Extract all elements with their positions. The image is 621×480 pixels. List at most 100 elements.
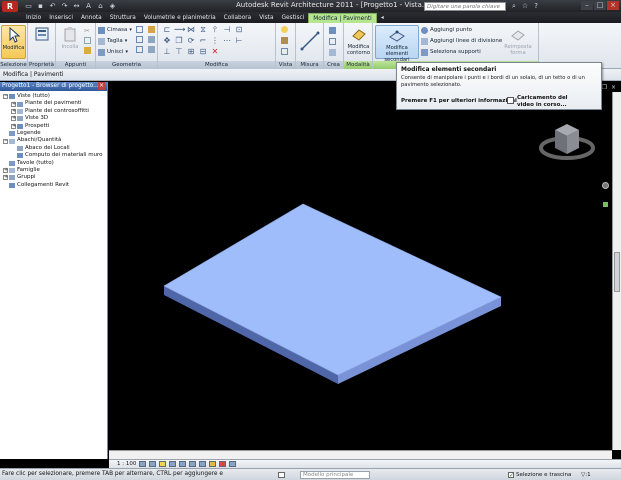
reveal-hidden-icon[interactable]: [219, 461, 227, 467]
trim-icon[interactable]: ⊣: [222, 25, 232, 34]
create-similar-icon[interactable]: [329, 27, 336, 34]
array-grid-icon[interactable]: ⊟: [198, 47, 208, 56]
maximize-button[interactable]: □: [594, 1, 606, 10]
view-scale[interactable]: 1 : 100: [117, 461, 136, 467]
override-icon[interactable]: [281, 48, 288, 55]
trim-extend-icon[interactable]: ⌐: [198, 36, 208, 45]
scale-icon[interactable]: ⊡: [234, 25, 244, 34]
undo-icon[interactable]: ↶: [48, 2, 57, 10]
cut-icon[interactable]: ✂: [84, 27, 91, 35]
filter-indicator[interactable]: ▽:1: [581, 471, 591, 479]
browser-tree-item[interactable]: Tavole (tutto): [0, 160, 107, 167]
mirror-axis-icon[interactable]: ⋈: [186, 25, 196, 34]
tab-inizio[interactable]: Inizio: [22, 13, 45, 23]
wall-join-icon[interactable]: [136, 36, 143, 43]
tab-struttura[interactable]: Struttura: [106, 13, 140, 23]
view-cube[interactable]: [539, 124, 595, 160]
browser-tree-item[interactable]: + Prospetti: [0, 123, 107, 130]
tree-expander-icon[interactable]: −: [3, 94, 8, 100]
tree-expander-icon[interactable]: +: [11, 116, 16, 122]
tree-expander-icon[interactable]: +: [3, 175, 8, 181]
vertical-scroll-thumb[interactable]: [614, 252, 620, 292]
demolish-icon[interactable]: [148, 36, 155, 43]
tree-expander-icon[interactable]: +: [11, 101, 16, 107]
unjoin-icon[interactable]: [148, 46, 155, 53]
mirror-draw-icon[interactable]: ⧖: [198, 25, 208, 34]
tab-collabora[interactable]: Collabora: [220, 13, 256, 23]
joint-icon[interactable]: [136, 46, 143, 53]
star-icon[interactable]: ☆: [522, 2, 528, 11]
help-search-input[interactable]: Digitare una parola chiave o una frase: [424, 2, 506, 19]
3d-view-icon[interactable]: ⌂: [96, 2, 105, 10]
browser-tree-item[interactable]: + Piante dei pavimenti: [0, 100, 107, 107]
tree-expander-icon[interactable]: +: [11, 108, 16, 114]
shadows-icon[interactable]: [169, 461, 177, 467]
modifica-contorno-button[interactable]: Modifica contorno: [345, 25, 372, 59]
minimize-button[interactable]: –: [581, 1, 593, 10]
help-icon[interactable]: ?: [534, 2, 538, 11]
ribbon-collapse-icon[interactable]: ◂: [381, 13, 384, 23]
lock-view-icon[interactable]: [199, 461, 207, 467]
cimasa-button[interactable]: Cimasa ▾: [98, 26, 132, 34]
properties-button[interactable]: [31, 25, 53, 59]
seleziona-supporti-button[interactable]: Seleziona supporti: [421, 48, 481, 56]
browser-tree-item[interactable]: + Viste 3D: [0, 115, 107, 122]
split-face-icon[interactable]: [136, 26, 143, 33]
select-drag-checkbox[interactable]: ✓: [508, 472, 514, 479]
browser-tree-item[interactable]: + Gruppi: [0, 174, 107, 181]
group-icon[interactable]: ⊞: [186, 47, 196, 56]
viewport-close-icon[interactable]: ×: [610, 84, 617, 91]
close-button[interactable]: ×: [607, 1, 619, 10]
pin-icon[interactable]: ⊥: [162, 47, 172, 56]
tab-modifica-pavimenti[interactable]: Modifica | Pavimenti: [308, 13, 377, 23]
search-icon[interactable]: ⌕: [512, 2, 516, 11]
modifica-elementi-secondari-button[interactable]: Modifica elementi secondari: [375, 25, 419, 63]
browser-tree-item[interactable]: + Famiglie: [0, 167, 107, 174]
browser-tree-item[interactable]: + Piante dei controsoffitti: [0, 108, 107, 115]
aggiungi-punto-button[interactable]: Aggiungi punto: [421, 26, 472, 34]
modifica-button[interactable]: Modifica: [1, 25, 26, 59]
tree-expander-icon[interactable]: −: [3, 138, 8, 144]
zoom-control-icon[interactable]: [603, 202, 608, 207]
show-crop-icon[interactable]: [189, 461, 197, 467]
tab-inserisci[interactable]: Inserisci: [45, 13, 77, 23]
browser-tree-item[interactable]: Abaco dei Locali: [0, 145, 107, 152]
detail-level-icon[interactable]: [139, 461, 147, 467]
rotate-icon[interactable]: ⟳: [186, 36, 196, 45]
text-icon[interactable]: A: [84, 2, 93, 10]
browser-tree-item[interactable]: − Abachi/Quantità: [0, 137, 107, 144]
incolla-button[interactable]: Incolla: [58, 25, 82, 59]
design-option-dropdown[interactable]: Modello principale: [300, 471, 370, 479]
save-icon[interactable]: ▪: [36, 2, 45, 10]
visual-style-icon[interactable]: [149, 461, 157, 467]
move-icon[interactable]: ✥: [162, 36, 172, 45]
create-assembly-icon[interactable]: [329, 49, 336, 56]
split-icon[interactable]: ⫯: [210, 25, 220, 34]
tab-volumetrie[interactable]: Volumetrie e planimetria: [140, 13, 220, 23]
hide-isolate-icon[interactable]: [209, 461, 217, 467]
lightbulb-icon[interactable]: [281, 26, 288, 33]
browser-tree-item[interactable]: Collegamenti Revit: [0, 182, 107, 189]
viewport-canvas[interactable]: [109, 82, 621, 459]
tab-annota[interactable]: Annota: [77, 13, 106, 23]
tab-vista[interactable]: Vista: [255, 13, 277, 23]
navigation-wheel-icon[interactable]: [602, 182, 609, 189]
tree-expander-icon[interactable]: +: [11, 123, 16, 129]
copy-icon[interactable]: [84, 37, 91, 44]
delete-icon[interactable]: ✕: [210, 47, 220, 56]
create-group-icon[interactable]: [329, 38, 336, 45]
split-gap-icon[interactable]: ⋮: [210, 36, 220, 45]
offset-icon[interactable]: ⟿: [174, 25, 185, 34]
section-icon[interactable]: ◈: [108, 2, 117, 10]
horizontal-scrollbar[interactable]: [109, 450, 612, 459]
vertical-scrollbar[interactable]: [612, 92, 621, 450]
match-icon[interactable]: [84, 47, 91, 54]
reimposta-forma-button[interactable]: Reimposta forma: [501, 25, 535, 59]
measure-icon[interactable]: ↔: [72, 2, 81, 10]
floor-slab-top[interactable]: [163, 203, 502, 376]
revit-logo-button[interactable]: R: [2, 0, 18, 12]
align-icon[interactable]: ⊏: [162, 25, 172, 34]
array-icon[interactable]: ⋯: [222, 36, 232, 45]
worksets-icon[interactable]: [278, 472, 285, 478]
extend-icon[interactable]: ⊢: [234, 36, 244, 45]
